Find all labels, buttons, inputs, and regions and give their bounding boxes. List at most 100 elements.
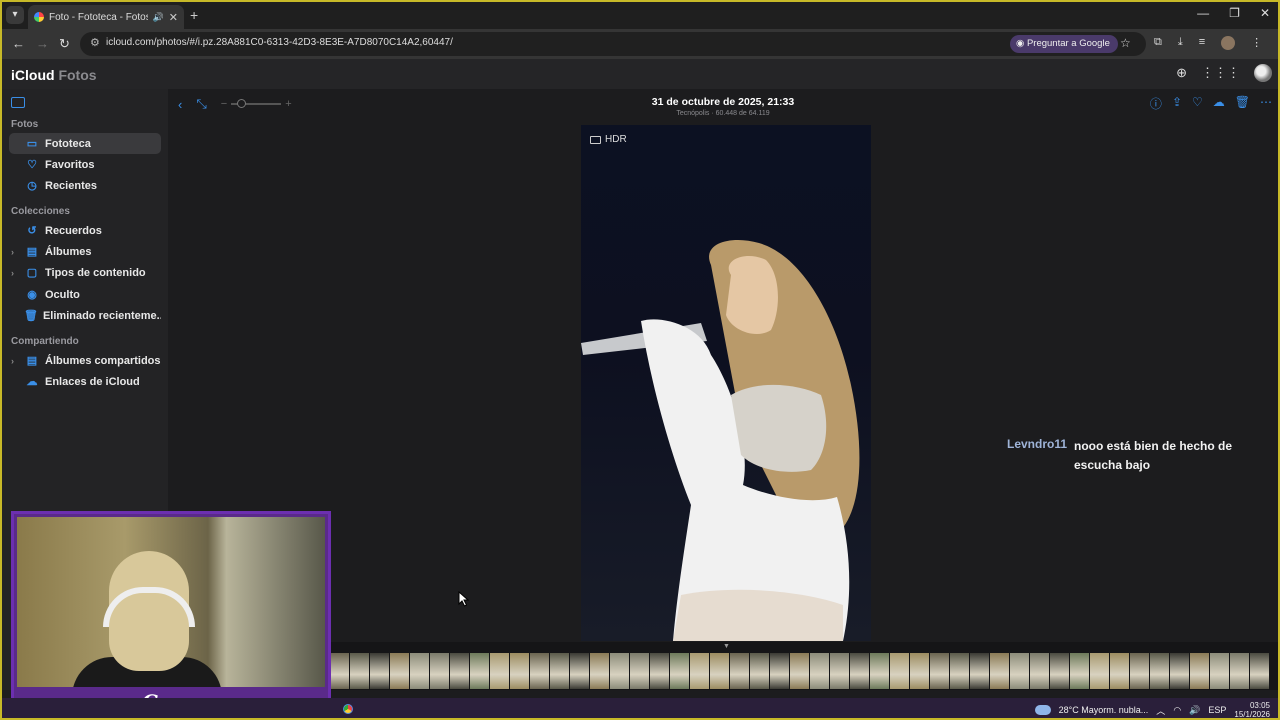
close-window-button[interactable]: ✕ (1260, 6, 1270, 20)
weather-text[interactable]: 28°C Mayorm. nubla... (1059, 705, 1149, 715)
browser-tab-active[interactable]: Foto - Fototeca - Fotos en i 🔊 ✕ (28, 5, 184, 29)
sidebar-item-recuerdos[interactable]: ↺ Recuerdos (9, 220, 161, 241)
filmstrip-thumbnail[interactable] (1230, 653, 1249, 689)
restore-button[interactable]: ❐ (1229, 6, 1240, 20)
filmstrip-thumbnail[interactable] (570, 653, 589, 689)
minimize-button[interactable]: — (1197, 6, 1209, 20)
filmstrip-thumbnail[interactable] (970, 653, 989, 689)
filmstrip-thumbnail[interactable] (590, 653, 609, 689)
chevron-right-icon[interactable]: › (11, 268, 14, 278)
site-info-icon[interactable]: ⚙ (90, 36, 100, 49)
filmstrip-thumbnail[interactable] (1050, 653, 1069, 689)
tray-chevron-icon[interactable]: ︿ (1156, 704, 1165, 717)
reload-icon[interactable]: ↻ (59, 36, 70, 52)
filmstrip-thumbnail[interactable] (750, 653, 769, 689)
icloud-logo[interactable]: iCloud Fotos (11, 67, 97, 83)
ask-google-button[interactable]: ◉ Preguntar a Google (1010, 35, 1118, 53)
filmstrip-thumbnail[interactable] (650, 653, 669, 689)
chrome-taskbar-icon[interactable] (340, 701, 356, 717)
bookmark-star-icon[interactable]: ☆ (1120, 36, 1131, 50)
sidebar-item-tipos-de-contenido[interactable]: › ▢ Tipos de contenido (9, 262, 161, 283)
add-icon[interactable]: ⊕ (1176, 65, 1187, 81)
sidebar-item-eliminado[interactable]: 🗑 Eliminado recienteme... (9, 305, 161, 326)
extensions-icon[interactable]: ⧉ (1154, 36, 1162, 50)
back-arrow-icon[interactable]: ← (12, 36, 25, 51)
more-options-icon[interactable]: ⋯ (1260, 95, 1272, 112)
filmstrip-thumbnail[interactable] (1130, 653, 1149, 689)
filmstrip-thumbnail[interactable] (370, 653, 389, 689)
media-controls-icon[interactable]: ≡ (1199, 36, 1205, 50)
filmstrip-thumbnail[interactable] (430, 653, 449, 689)
language-indicator[interactable]: ESP (1208, 705, 1226, 715)
filmstrip-thumbnail[interactable] (1210, 653, 1229, 689)
filmstrip-thumbnail[interactable] (330, 653, 349, 689)
download-icon[interactable]: ⤓ (1178, 36, 1183, 50)
filmstrip-thumbnail[interactable] (930, 653, 949, 689)
weather-cloud-icon[interactable] (1034, 705, 1051, 715)
chevron-right-icon[interactable]: › (11, 247, 14, 257)
filmstrip-thumbnail[interactable] (910, 653, 929, 689)
wifi-icon[interactable]: ◠ (1173, 705, 1181, 716)
filmstrip-thumbnail[interactable] (390, 653, 409, 689)
main-photo[interactable]: HDR (581, 125, 871, 641)
tab-close-icon[interactable]: ✕ (169, 11, 178, 24)
filmstrip-thumbnail[interactable] (730, 653, 749, 689)
tab-search-icon[interactable]: ▾ (6, 6, 24, 24)
filmstrip-thumbnail[interactable] (1170, 653, 1189, 689)
filmstrip-thumbnail[interactable] (1070, 653, 1089, 689)
clock[interactable]: 03:05 15/1/2026 (1234, 701, 1270, 718)
sidebar-item-albumes-compartidos[interactable]: › ▤ Álbumes compartidos (9, 350, 161, 371)
filmstrip-thumbnail[interactable] (1110, 653, 1129, 689)
filmstrip-thumbnail[interactable] (1030, 653, 1049, 689)
delete-trash-icon[interactable]: 🗑 (1235, 95, 1250, 112)
filmstrip-thumbnail[interactable] (410, 653, 429, 689)
volume-icon[interactable]: 🔊 (1189, 705, 1200, 716)
sidebar-item-enlaces-icloud[interactable]: ☁ Enlaces de iCloud (9, 371, 161, 392)
sidebar-item-favoritos[interactable]: ♡ Favoritos (9, 154, 161, 175)
download-cloud-icon[interactable]: ☁ (1213, 95, 1225, 112)
sidebar-item-recientes[interactable]: ◷ Recientes (9, 175, 161, 196)
filmstrip-thumbnail[interactable] (870, 653, 889, 689)
new-tab-button[interactable]: + (190, 7, 198, 23)
filmstrip-thumbnail[interactable] (790, 653, 809, 689)
filmstrip-thumbnail[interactable] (830, 653, 849, 689)
filmstrip-thumbnail[interactable] (350, 653, 369, 689)
filmstrip-thumbnail[interactable] (510, 653, 529, 689)
filmstrip-thumbnails[interactable] (330, 653, 1278, 689)
filmstrip-thumbnail[interactable] (1090, 653, 1109, 689)
speaker-icon[interactable]: 🔊 (153, 12, 164, 23)
filmstrip-thumbnail[interactable] (610, 653, 629, 689)
sidebar-item-fototeca[interactable]: ▭ Fototeca (9, 133, 161, 154)
filmstrip-thumbnail[interactable] (770, 653, 789, 689)
filmstrip-thumbnail[interactable] (690, 653, 709, 689)
filmstrip-thumbnail[interactable] (490, 653, 509, 689)
address-bar[interactable]: ⚙ icloud.com/photos/#/i.pz.28A881C0-6313… (80, 32, 1146, 56)
filmstrip-thumbnail[interactable] (710, 653, 729, 689)
filmstrip-thumbnail[interactable] (630, 653, 649, 689)
profile-avatar[interactable] (1221, 36, 1236, 50)
filmstrip-thumbnail[interactable] (1250, 653, 1269, 689)
app-grid-icon[interactable]: ⋮⋮⋮ (1201, 65, 1240, 81)
filmstrip-thumbnail[interactable] (670, 653, 689, 689)
chevron-right-icon[interactable]: › (11, 356, 14, 366)
filmstrip-thumbnail[interactable] (550, 653, 569, 689)
sidebar-item-albumes[interactable]: › ▤ Álbumes (9, 241, 161, 262)
filmstrip-thumbnail[interactable] (950, 653, 969, 689)
info-icon[interactable]: ⓘ (1150, 95, 1162, 112)
filmstrip-thumbnail[interactable] (470, 653, 489, 689)
filmstrip-thumbnail[interactable] (1010, 653, 1029, 689)
browser-menu-icon[interactable]: ⋮ (1251, 36, 1262, 50)
share-icon[interactable]: ⇪ (1172, 95, 1182, 112)
filmstrip-thumbnail[interactable] (530, 653, 549, 689)
filmstrip-thumbnail[interactable] (990, 653, 1009, 689)
filmstrip-thumbnail[interactable] (850, 653, 869, 689)
sidebar-item-oculto[interactable]: ◉ Oculto (9, 284, 161, 305)
filmstrip-thumbnail[interactable] (1190, 653, 1209, 689)
sidebar-toggle-icon[interactable] (11, 97, 25, 108)
filmstrip-thumbnail[interactable] (810, 653, 829, 689)
account-avatar[interactable] (1254, 64, 1272, 82)
filmstrip-thumbnail[interactable] (450, 653, 469, 689)
favorite-heart-icon[interactable]: ♡ (1192, 95, 1203, 112)
photo-filmstrip[interactable]: ▼ (330, 642, 1278, 690)
filmstrip-thumbnail[interactable] (1150, 653, 1169, 689)
